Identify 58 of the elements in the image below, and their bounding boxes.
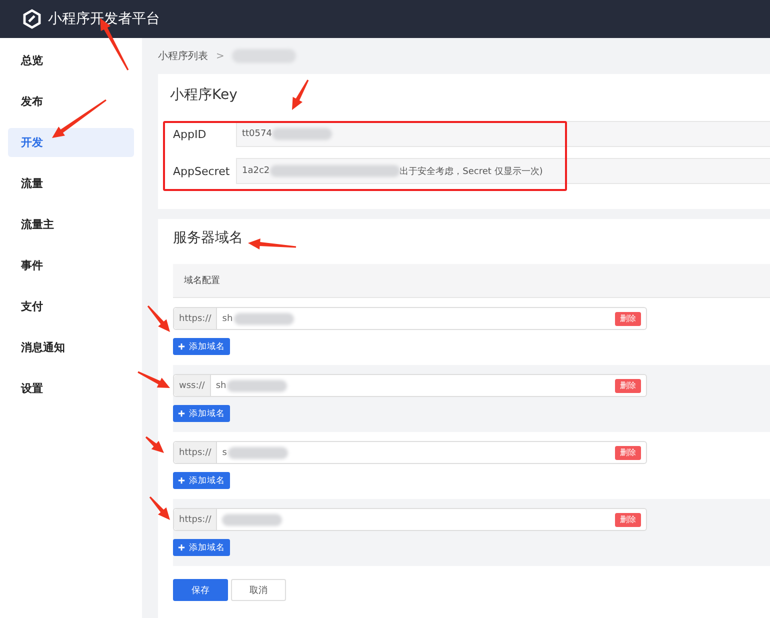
field-value: sh [222,314,233,324]
delete-button[interactable]: 删除 [615,446,641,460]
app-title: 小程序开发者平台 [48,10,160,28]
field-note: 出于安全考虑，Secret 仅显示一次) [400,166,543,178]
plus-icon [178,477,185,484]
table-heading: 域名配置 [184,274,220,287]
field-value: 1a2c2 [242,166,270,176]
domain-field[interactable]: https:// 删除 [173,508,647,531]
plus-icon [178,544,185,551]
url-prefix: https:// [174,308,218,329]
field-value: sh [216,380,226,390]
annotation-arrow [145,436,164,453]
plus-icon [178,410,185,417]
sidebar-item[interactable]: 支付 [8,292,134,321]
delete-button[interactable]: 删除 [615,378,641,392]
add-domain-button[interactable]: 添加域名 [173,405,230,422]
url-prefix: https:// [174,442,218,463]
sidebar-item[interactable]: 流量 [8,169,134,198]
sidebar-item[interactable]: 消息通知 [8,333,134,362]
annotation-arrow [138,371,170,388]
field-label: AppID [172,128,208,140]
redaction-blur [234,312,294,324]
add-domain-button[interactable]: 添加域名 [173,472,230,489]
field-value: s [222,448,227,458]
sidebar-item[interactable]: 设置 [8,374,134,403]
field-value: tt0574 [242,129,272,139]
annotation-arrow [248,238,296,250]
section-title: 小程序Key [170,86,238,105]
breadcrumb-link[interactable]: 小程序列表 [158,49,208,63]
domain-field[interactable]: https:// s 删除 [173,441,647,464]
field-label: AppSecret [172,164,231,178]
sidebar-item[interactable]: 事件 [8,251,134,280]
save-button[interactable]: 保存 [173,579,228,601]
url-prefix: https:// [174,509,218,530]
delete-button[interactable]: 删除 [615,312,641,326]
plus-icon [178,343,185,350]
domain-field[interactable]: https:// sh 删除 [173,307,647,330]
redaction-blur [222,514,282,526]
sidebar-item[interactable]: 发布 [8,87,134,116]
redaction-blur [228,446,288,458]
sidebar-item[interactable]: 总览 [8,46,134,75]
domain-field[interactable]: wss:// sh 删除 [173,374,647,397]
section-title: 服务器域名 [173,229,243,248]
redaction-blur [227,380,288,392]
annotation-arrow [149,496,170,520]
logo-icon [22,9,42,29]
add-domain-button[interactable]: 添加域名 [173,539,230,556]
annotation-arrow [52,99,106,138]
redaction-blur [272,128,332,140]
sidebar-item[interactable]: 开发 [8,128,134,157]
url-prefix: wss:// [174,375,211,396]
breadcrumb-separator: > [216,50,224,62]
add-domain-button[interactable]: 添加域名 [173,338,230,355]
annotation-arrow [292,80,309,110]
annotation-arrow [147,305,170,332]
delete-button[interactable]: 删除 [615,512,641,526]
cancel-button[interactable]: 取消 [231,579,286,601]
sidebar-item[interactable]: 流量主 [8,210,134,239]
